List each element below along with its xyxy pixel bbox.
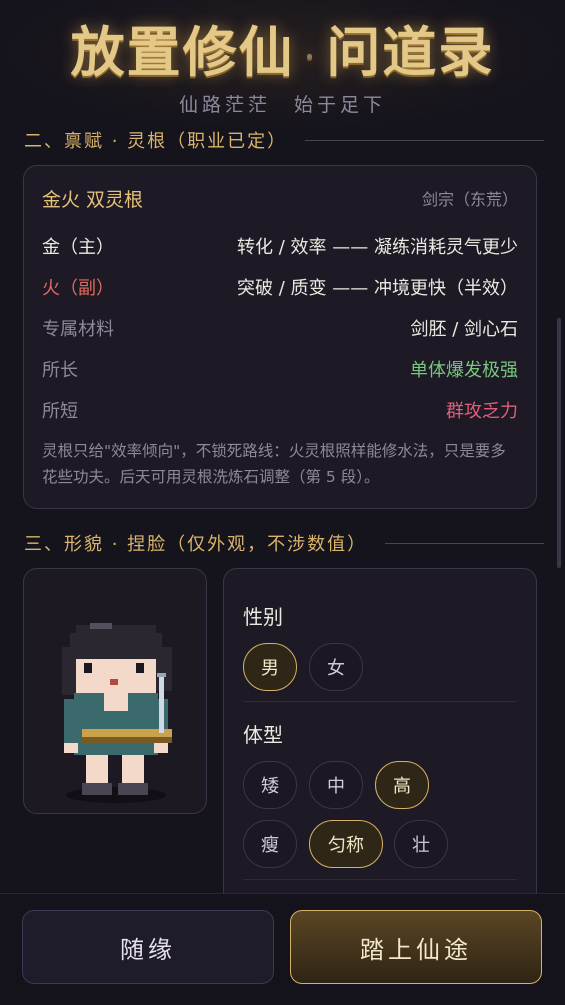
root-row-weakness: 所短 群攻乏力 <box>42 396 518 424</box>
height-option-short[interactable]: 矮 <box>243 761 297 809</box>
gender-label: 性别 <box>243 605 283 629</box>
heading-divider <box>305 139 544 141</box>
row-value: 剑胚 / 剑心石 <box>410 319 518 340</box>
row-label: 所长 <box>42 360 78 381</box>
appearance-section-heading: 三、形貌 · 捏脸（仅外观，不涉数值） <box>24 530 544 556</box>
row-value: 群攻乏力 <box>446 401 518 422</box>
row-label: 所短 <box>42 401 78 422</box>
footer-bar: 随缘 踏上仙途 <box>0 893 565 1005</box>
row-value: 转化 / 效率 —— 凝练消耗灵气更少 <box>237 237 518 258</box>
app-title: 放置修仙 · 问道录 <box>0 18 565 91</box>
talent-section-heading: 二、禀赋 · 灵根（职业已定） <box>24 127 544 153</box>
sect-label: 剑宗（东荒） <box>421 190 518 209</box>
random-button[interactable]: 随缘 <box>22 910 274 984</box>
app-subtitle: 仙路茫茫 始于足下 <box>178 94 386 116</box>
title-left: 放置修仙 <box>70 20 295 84</box>
row-label: 金（主） <box>42 237 114 258</box>
start-journey-button[interactable]: 踏上仙途 <box>290 910 542 984</box>
title-right: 问道录 <box>326 20 495 84</box>
root-row-strength: 所长 单体爆发极强 <box>42 355 518 383</box>
build-option-strong[interactable]: 壮 <box>394 820 448 868</box>
appearance-heading-text: 三、形貌 · 捏脸（仅外观，不涉数值） <box>24 534 368 555</box>
root-row-material: 专属材料 剑胚 / 剑心石 <box>42 314 518 342</box>
body-label: 体型 <box>243 723 283 747</box>
gender-option-male[interactable]: 男 <box>243 643 297 691</box>
options-divider <box>243 701 517 702</box>
title-separator: · <box>304 39 317 73</box>
build-option-balanced[interactable]: 匀称 <box>309 820 383 868</box>
root-note: 灵根只给"效率倾向"，不锁死路线：火灵根照样能修水法，只是要多花些功夫。后天可用… <box>42 442 506 486</box>
talent-heading-text: 二、禀赋 · 灵根（职业已定） <box>24 131 288 152</box>
spirit-root-card: 金火 双灵根 剑宗（东荒） 金（主） 转化 / 效率 —— 凝练消耗灵气更少 火… <box>23 165 537 509</box>
height-option-medium[interactable]: 中 <box>309 761 363 809</box>
pixel-cultivator-icon <box>62 623 172 803</box>
gender-option-female[interactable]: 女 <box>309 643 363 691</box>
scrollbar[interactable] <box>557 318 561 568</box>
row-value: 突破 / 质变 —— 冲境更快（半效） <box>237 278 518 299</box>
row-label: 火（副） <box>42 278 114 299</box>
root-header-row: 金火 双灵根 剑宗（东荒） <box>42 184 518 212</box>
row-value: 单体爆发极强 <box>410 360 518 381</box>
height-option-tall[interactable]: 高 <box>375 761 429 809</box>
build-option-thin[interactable]: 瘦 <box>243 820 297 868</box>
options-divider <box>243 879 517 880</box>
heading-divider <box>385 542 544 544</box>
row-label: 专属材料 <box>42 319 114 340</box>
root-row-primary: 金（主） 转化 / 效率 —— 凝练消耗灵气更少 <box>42 232 518 260</box>
root-name: 金火 双灵根 <box>42 188 144 211</box>
character-portrait <box>23 568 207 814</box>
root-row-secondary: 火（副） 突破 / 质变 —— 冲境更快（半效） <box>42 273 518 301</box>
appearance-options-card: 性别 男 女 体型 矮 中 高 瘦 匀称 壮 <box>223 568 537 910</box>
